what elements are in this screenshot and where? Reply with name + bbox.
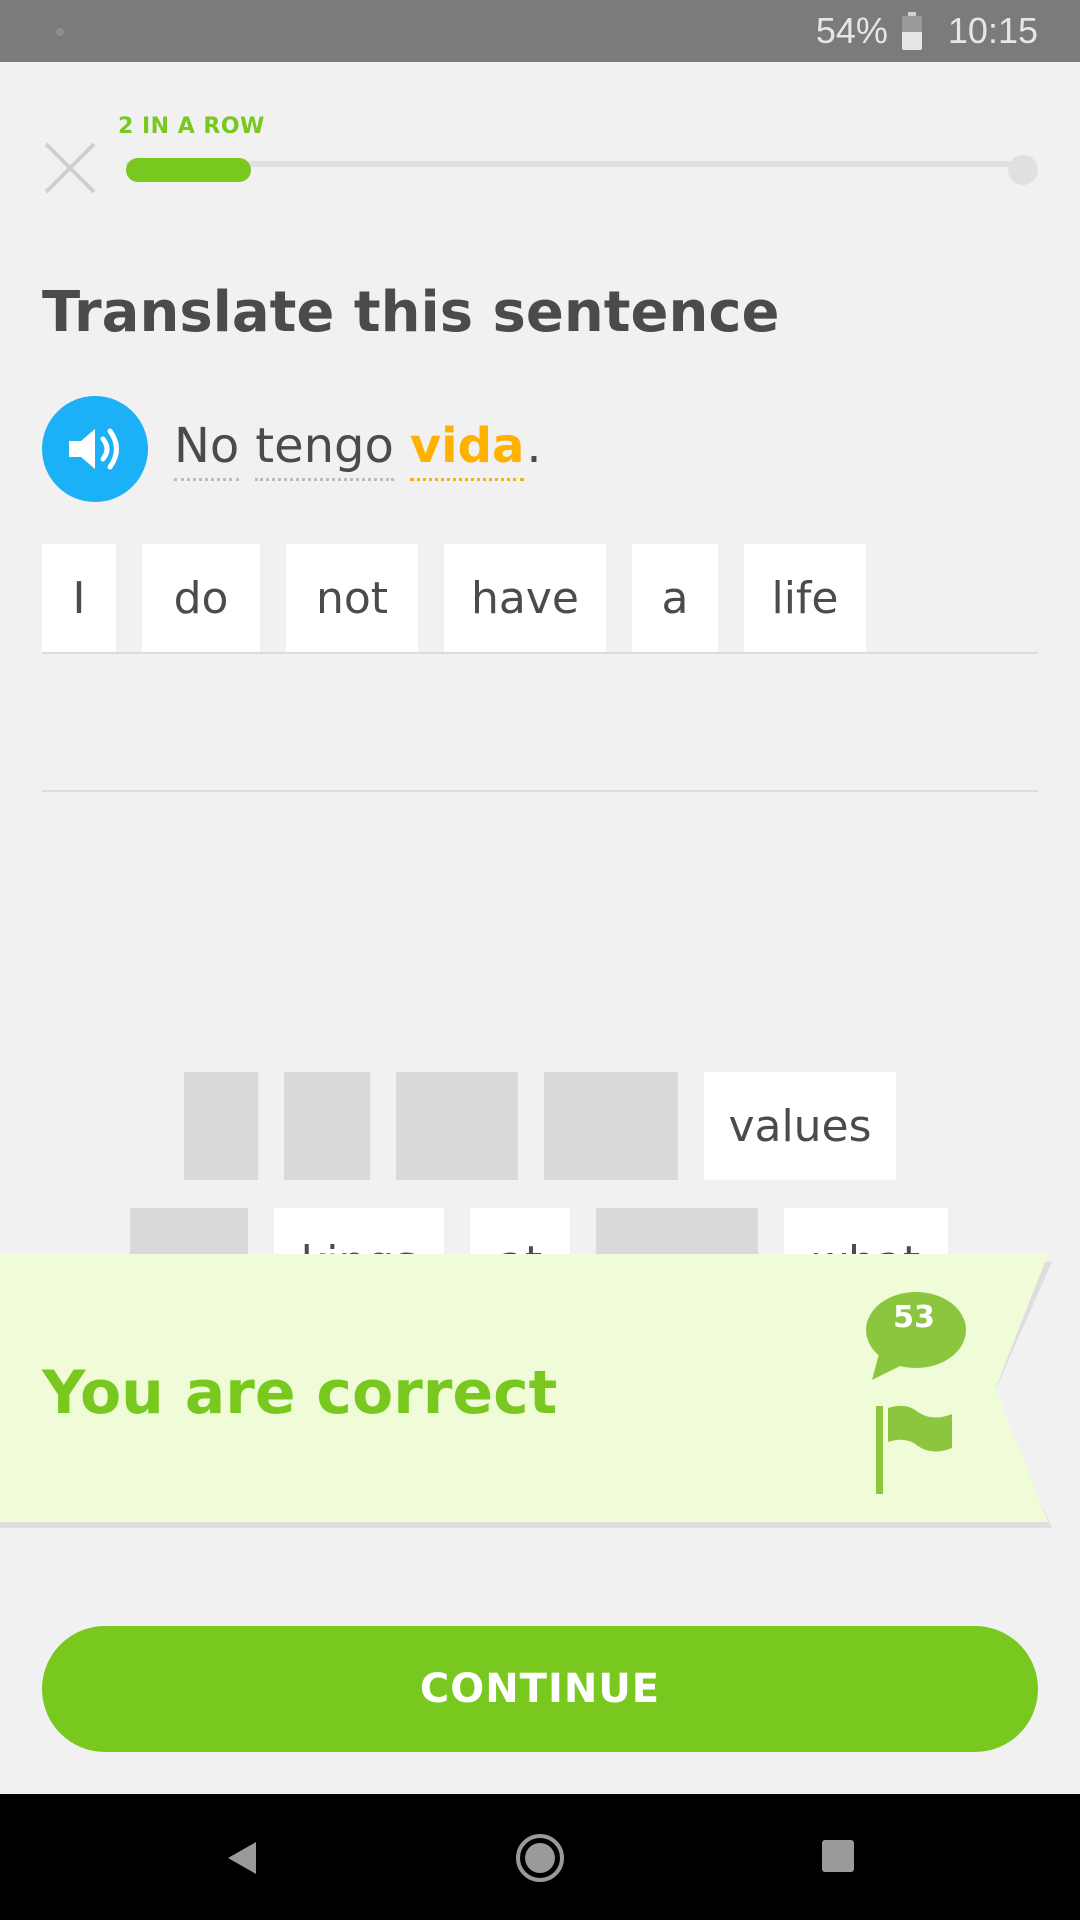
feedback-message: You are correct — [42, 1358, 558, 1428]
sentence-word-highlighted[interactable]: vida — [409, 418, 525, 481]
answer-tile[interactable]: have — [444, 544, 606, 652]
word-bank-slot-empty — [284, 1072, 370, 1180]
sentence-word[interactable]: No — [174, 418, 240, 481]
progress-fill — [126, 158, 251, 182]
answer-tile[interactable]: I — [42, 544, 116, 652]
nav-recent-icon[interactable] — [822, 1840, 854, 1872]
source-sentence: No tengo vida . — [174, 418, 542, 481]
progress-end-marker — [1008, 155, 1038, 185]
answer-tile[interactable]: do — [142, 544, 260, 652]
answer-tile[interactable]: not — [286, 544, 418, 652]
battery-icon — [901, 12, 922, 50]
battery-percent: 54% — [815, 10, 888, 51]
continue-button[interactable]: CONTINUE — [42, 1626, 1038, 1752]
flag-icon[interactable] — [872, 1404, 956, 1496]
progress-track — [126, 161, 1022, 167]
nav-home-icon[interactable] — [514, 1832, 566, 1884]
word-bank-slot-empty — [184, 1072, 258, 1180]
streak-label: 2 IN A ROW — [118, 114, 265, 139]
clock: 10:15 — [947, 10, 1038, 51]
nav-back-icon[interactable] — [222, 1838, 262, 1878]
answer-tile[interactable]: a — [632, 544, 718, 652]
close-icon[interactable] — [42, 140, 98, 196]
notification-dot — [56, 28, 64, 36]
sentence-punctuation: . — [526, 418, 542, 474]
word-bank-slot-empty — [396, 1072, 518, 1180]
answer-line — [42, 652, 1038, 654]
word-bank-slot-empty — [544, 1072, 678, 1180]
answer-line — [42, 790, 1038, 792]
page-title: Translate this sentence — [42, 280, 780, 345]
status-bar: 54% 10:15 — [0, 0, 1080, 62]
comment-count: 53 — [893, 1300, 935, 1335]
sentence-word[interactable]: tengo — [255, 418, 394, 481]
word-bank-tile[interactable]: values — [704, 1072, 896, 1180]
answer-tile[interactable]: life — [744, 544, 866, 652]
speaker-icon — [69, 428, 119, 470]
play-audio-button[interactable] — [42, 396, 148, 502]
